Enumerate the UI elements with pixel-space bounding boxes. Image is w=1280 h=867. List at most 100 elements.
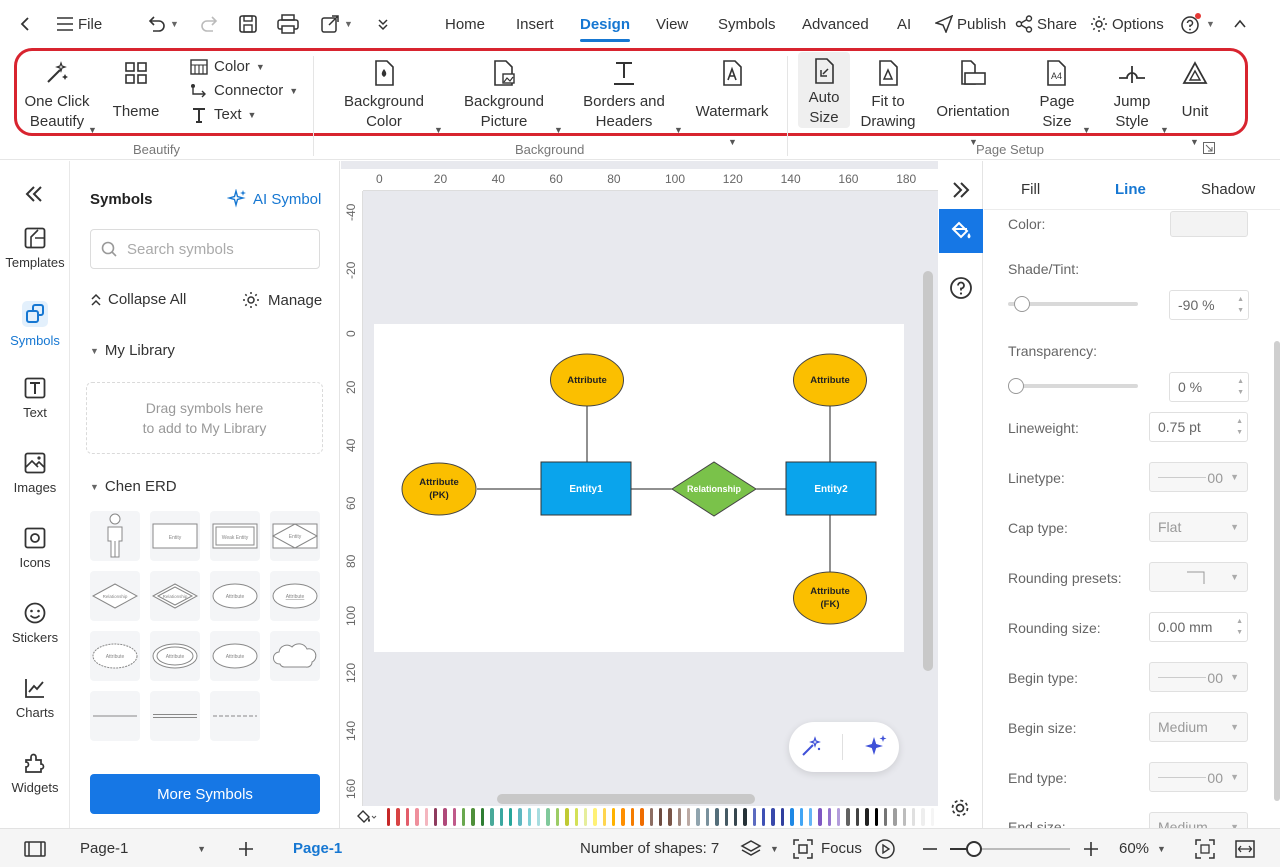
symbol-actor[interactable] <box>90 511 140 561</box>
end-type-select[interactable]: 00 ▼ <box>1149 762 1248 792</box>
unit-button[interactable]: Unit ▼ <box>1176 58 1214 147</box>
color-swatch[interactable] <box>490 808 494 826</box>
color-swatch[interactable] <box>555 808 560 826</box>
rail-item-images[interactable]: Images <box>0 452 70 495</box>
attribute-top-right[interactable]: Attribute <box>793 353 867 407</box>
expand-panel-button[interactable] <box>951 181 971 199</box>
export-button[interactable]: ▼ <box>320 0 353 48</box>
color-swatch[interactable] <box>865 808 869 826</box>
rail-item-charts[interactable]: Charts <box>0 677 70 720</box>
entity2-shape[interactable]: Entity2 <box>785 461 877 516</box>
relationship-shape[interactable]: Relationship <box>671 461 757 517</box>
color-swatch[interactable] <box>546 808 550 826</box>
color-swatch[interactable] <box>790 808 794 826</box>
symbol-weak-entity[interactable]: Weak Entity <box>210 511 260 561</box>
color-swatch[interactable] <box>640 808 644 826</box>
rail-item-templates[interactable]: Templates <box>0 227 70 270</box>
transparency-slider[interactable] <box>1008 378 1138 394</box>
color-swatch[interactable] <box>593 808 597 826</box>
color-swatch[interactable] <box>527 808 531 826</box>
linetype-select[interactable]: 00 ▼ <box>1149 462 1248 492</box>
slider-handle[interactable] <box>1008 378 1024 394</box>
color-swatch[interactable] <box>612 808 616 826</box>
fill-bucket-button[interactable] <box>355 809 377 825</box>
options-button[interactable]: Options <box>1090 0 1164 48</box>
zoom-slider[interactable] <box>950 841 1070 857</box>
symbol-attribute[interactable]: Attribute <box>210 571 260 621</box>
zoom-level-select[interactable]: 60% ▼ <box>1119 829 1166 867</box>
fit-width-button[interactable] <box>1235 829 1255 867</box>
tab-home[interactable]: Home <box>445 0 485 48</box>
symbol-dashed-line[interactable] <box>210 691 260 741</box>
color-swatch[interactable] <box>837 808 841 826</box>
page-tab-active[interactable]: Page-1 <box>293 829 342 867</box>
symbol-attribute-alt[interactable]: Attribute <box>210 631 260 681</box>
shade-tint-input[interactable]: -90 % ▲ ▼ <box>1169 290 1249 320</box>
slider-handle[interactable] <box>1013 296 1030 312</box>
shade-tint-slider[interactable] <box>1008 296 1138 312</box>
library-drop-zone[interactable]: Drag symbols here to add to My Library <box>86 382 323 454</box>
color-swatch[interactable] <box>705 808 710 826</box>
cap-type-select[interactable]: Flat ▼ <box>1149 512 1248 542</box>
stepper-arrows[interactable]: ▲ ▼ <box>1236 416 1243 438</box>
tab-shadow[interactable]: Shadow <box>1201 181 1255 198</box>
color-swatch[interactable] <box>443 808 447 826</box>
attribute-fk[interactable]: Attribute (FK) <box>793 571 867 625</box>
ai-sparkle-button[interactable] <box>863 734 889 760</box>
search-input[interactable] <box>127 240 307 258</box>
color-swatch[interactable] <box>405 808 410 826</box>
color-swatch[interactable] <box>658 808 663 826</box>
symbol-weak-relationship[interactable]: Relationship <box>150 571 200 621</box>
orientation-button[interactable]: Orientation ▼ <box>930 58 1016 147</box>
tab-fill[interactable]: Fill <box>1021 181 1040 198</box>
symbol-entity[interactable]: Entity <box>150 511 200 561</box>
color-swatch[interactable] <box>715 808 719 826</box>
color-swatch[interactable] <box>508 808 513 826</box>
fit-to-drawing-button[interactable]: Fit to Drawing <box>856 58 920 132</box>
color-swatch[interactable] <box>921 808 925 826</box>
begin-type-select[interactable]: 00 ▼ <box>1149 662 1248 692</box>
rail-item-text[interactable]: Text <box>0 377 70 420</box>
color-swatch[interactable] <box>762 808 766 826</box>
color-swatch[interactable] <box>480 808 485 826</box>
color-swatch[interactable] <box>930 808 935 826</box>
help-button[interactable]: ▼ <box>1180 0 1215 48</box>
color-swatch[interactable] <box>752 808 756 826</box>
symbol-double-line[interactable] <box>150 691 200 741</box>
symbol-line[interactable] <box>90 691 140 741</box>
transparency-input[interactable]: 0 % ▲ ▼ <box>1169 372 1249 402</box>
borders-headers-button[interactable]: Borders and Headers ▼ <box>580 58 683 135</box>
rail-item-stickers[interactable]: Stickers <box>0 602 70 645</box>
symbol-key-attribute[interactable]: Attribute <box>270 571 320 621</box>
color-swatch[interactable] <box>387 808 391 826</box>
color-swatch[interactable] <box>874 808 878 826</box>
line-color-picker[interactable] <box>1170 211 1248 237</box>
symbol-derived-attribute[interactable]: Attribute <box>90 631 140 681</box>
tab-design[interactable]: Design <box>580 0 631 48</box>
color-swatch[interactable] <box>808 808 813 826</box>
color-swatch[interactable] <box>649 808 653 826</box>
color-swatch[interactable] <box>771 808 775 826</box>
play-button[interactable] <box>875 829 895 867</box>
color-swatch[interactable] <box>621 808 625 826</box>
tab-ai[interactable]: AI <box>897 0 911 48</box>
format-panel-button[interactable] <box>939 209 983 253</box>
color-swatch[interactable] <box>396 808 400 826</box>
symbol-multivalued-attribute[interactable]: Attribute <box>150 631 200 681</box>
color-dropdown[interactable]: Color ▼ <box>190 58 265 75</box>
page-size-button[interactable]: A4 Page Size ▼ <box>1034 58 1091 135</box>
publish-button[interactable]: Publish <box>935 0 1006 48</box>
color-swatch[interactable] <box>574 808 578 826</box>
symbol-relationship[interactable]: Relationship <box>90 571 140 621</box>
rounding-size-input[interactable]: 0.00 mm ▲ ▼ <box>1149 612 1248 642</box>
page-list-toggle[interactable] <box>24 829 46 867</box>
color-swatch[interactable] <box>415 808 419 826</box>
color-swatch[interactable] <box>883 808 888 826</box>
color-swatch[interactable] <box>827 808 831 826</box>
jump-style-button[interactable]: Jump Style ▼ <box>1110 58 1169 135</box>
color-swatch[interactable] <box>499 808 503 826</box>
watermark-button[interactable]: Watermark ▼ <box>692 58 772 147</box>
background-picture-button[interactable]: Background Picture ▼ <box>460 58 563 135</box>
entity1-shape[interactable]: Entity1 <box>540 461 632 516</box>
layers-button[interactable]: ▼ <box>740 829 779 867</box>
